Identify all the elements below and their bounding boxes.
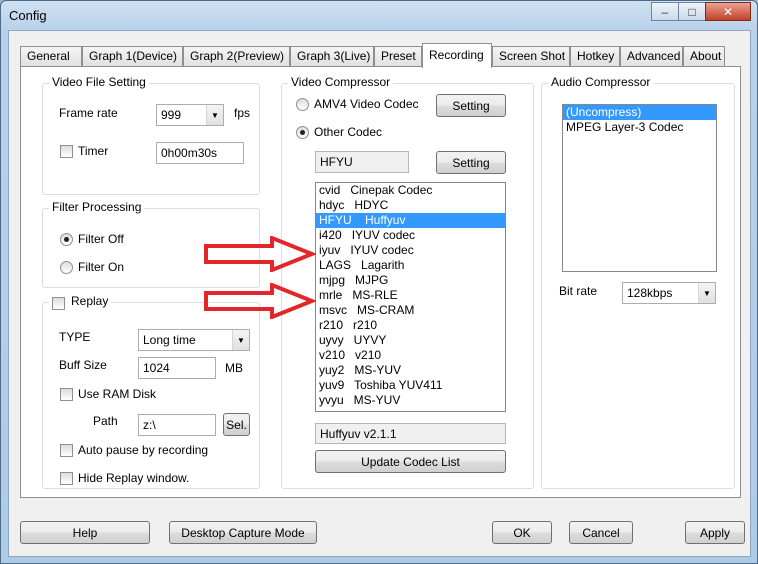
timer-input[interactable]: 0h00m30s	[156, 142, 244, 164]
video-codec-item[interactable]: hdyc HDYC	[316, 198, 505, 213]
use-ram-disk-label: Use RAM Disk	[78, 387, 157, 401]
buff-size-label: Buff Size	[59, 358, 107, 372]
help-button[interactable]: Help	[20, 521, 150, 544]
video-codec-item[interactable]: mjpg MJPG	[316, 273, 505, 288]
audio-codec-list[interactable]: (Uncompress) MPEG Layer-3 Codec	[562, 104, 717, 272]
filter-off-radio[interactable]	[60, 233, 73, 246]
buff-size-unit: MB	[225, 361, 243, 375]
timer-checkbox[interactable]	[60, 145, 73, 158]
tab-hotkey[interactable]: Hotkey	[570, 46, 620, 67]
filter-processing-title: Filter Processing	[49, 200, 145, 214]
maximize-button[interactable]: □	[678, 2, 706, 21]
video-codec-item[interactable]: yuv9 Toshiba YUV411	[316, 378, 505, 393]
bit-rate-label: Bit rate	[559, 284, 598, 298]
video-codec-item[interactable]: HFYU Huffyuv	[316, 213, 505, 228]
tab-graph-2-preview[interactable]: Graph 2(Preview)	[183, 46, 290, 67]
desktop-capture-mode-button[interactable]: Desktop Capture Mode	[169, 521, 317, 544]
replay-group: Replay TYPE Long time ▼ Buff Size 1024 M…	[42, 294, 260, 489]
tab-preset[interactable]: Preset	[374, 46, 422, 67]
codec-version-field: Huffyuv v2.1.1	[315, 423, 506, 444]
path-label: Path	[93, 414, 118, 428]
auto-pause-label: Auto pause by recording	[78, 443, 209, 457]
other-codec-setting-button[interactable]: Setting	[436, 151, 506, 174]
other-codec-radio[interactable]	[296, 126, 309, 139]
video-codec-item[interactable]: LAGS Lagarith	[316, 258, 505, 273]
maximize-icon: □	[688, 4, 696, 19]
buff-size-input[interactable]: 1024	[138, 357, 216, 379]
client-area: General Graph 1(Device) Graph 2(Preview)…	[8, 30, 751, 557]
minimize-button[interactable]: –	[651, 2, 679, 21]
bit-rate-combo[interactable]: 128kbps ▼	[622, 282, 716, 304]
other-codec-label: Other Codec	[314, 125, 383, 139]
chevron-down-icon[interactable]: ▼	[232, 330, 249, 350]
frame-rate-combo[interactable]: 999 ▼	[156, 104, 224, 126]
video-codec-item[interactable]: cvid Cinepak Codec	[316, 183, 505, 198]
fps-label: fps	[234, 106, 251, 120]
replay-type-combo[interactable]: Long time ▼	[138, 329, 250, 351]
video-codec-item[interactable]: msvc MS-CRAM	[316, 303, 505, 318]
video-compressor-group: Video Compressor AMV4 Video Codec Settin…	[281, 75, 534, 489]
chevron-down-icon[interactable]: ▼	[698, 283, 715, 303]
audio-codec-items: (Uncompress) MPEG Layer-3 Codec	[563, 105, 716, 135]
tab-graph-3-live[interactable]: Graph 3(Live)	[290, 46, 374, 67]
tab-general[interactable]: General	[20, 46, 82, 67]
apply-button[interactable]: Apply	[685, 521, 745, 544]
close-icon: ✕	[722, 4, 734, 19]
video-compressor-title: Video Compressor	[288, 75, 394, 89]
minimize-icon: –	[661, 4, 669, 19]
selected-codec-field: HFYU	[315, 151, 409, 173]
frame-rate-label: Frame rate	[59, 106, 118, 120]
tab-advanced[interactable]: Advanced	[620, 46, 683, 67]
audio-compressor-title: Audio Compressor	[548, 75, 654, 89]
hide-replay-label: Hide Replay window.	[78, 471, 190, 485]
path-input[interactable]: z:\	[138, 414, 216, 436]
window-controls: – □ ✕	[651, 2, 751, 21]
select-path-button[interactable]: Sel.	[223, 413, 250, 436]
video-codec-item[interactable]: v210 v210	[316, 348, 505, 363]
video-codec-list[interactable]: cvid Cinepak Codec hdyc HDYC HFYU Huffyuv i…	[315, 182, 506, 412]
audio-codec-item[interactable]: MPEG Layer-3 Codec	[563, 120, 716, 135]
cancel-button[interactable]: Cancel	[569, 521, 633, 544]
config-window: Config – □ ✕ General Graph 1(Device) Gra…	[0, 0, 758, 564]
video-codec-item[interactable]: iyuv IYUV codec	[316, 243, 505, 258]
update-codec-list-button[interactable]: Update Codec List	[315, 450, 506, 473]
amv4-codec-label: AMV4 Video Codec	[314, 97, 419, 111]
replay-checkbox[interactable]	[52, 297, 65, 310]
recording-tab-panel: Video File Setting Frame rate 999 ▼ fps …	[20, 66, 741, 498]
filter-on-radio[interactable]	[60, 261, 73, 274]
replay-type-label: TYPE	[59, 330, 91, 344]
video-codec-item[interactable]: uyvy UYVY	[316, 333, 505, 348]
ok-button[interactable]: OK	[492, 521, 552, 544]
audio-compressor-group: Audio Compressor (Uncompress) MPEG Layer-…	[541, 75, 735, 489]
filter-on-label: Filter On	[78, 260, 125, 274]
hide-replay-checkbox[interactable]	[60, 472, 73, 485]
amv4-setting-button[interactable]: Setting	[436, 94, 506, 117]
video-codec-item[interactable]: mrle MS-RLE	[316, 288, 505, 303]
video-codec-item[interactable]: yvyu MS-YUV	[316, 393, 505, 408]
video-file-setting-title: Video File Setting	[49, 75, 149, 89]
frame-rate-value: 999	[161, 108, 182, 122]
bit-rate-value: 128kbps	[627, 286, 673, 300]
video-codec-items: cvid Cinepak Codec hdyc HDYC HFYU Huffyuv i…	[316, 183, 505, 408]
video-codec-item[interactable]: yuy2 MS-YUV	[316, 363, 505, 378]
annotation-arrow-icon	[204, 283, 316, 319]
tab-screen-shot[interactable]: Screen Shot	[492, 46, 570, 67]
tab-about[interactable]: About	[683, 46, 725, 67]
audio-codec-item[interactable]: (Uncompress)	[563, 105, 716, 120]
chevron-down-icon[interactable]: ▼	[206, 105, 223, 125]
video-codec-item[interactable]: i420 IYUV codec	[316, 228, 505, 243]
filter-off-label: Filter Off	[78, 232, 124, 246]
video-file-setting-group: Video File Setting Frame rate 999 ▼ fps …	[42, 75, 260, 195]
auto-pause-checkbox[interactable]	[60, 444, 73, 457]
timer-label: Timer	[78, 144, 109, 158]
video-codec-item[interactable]: r210 r210	[316, 318, 505, 333]
tab-recording[interactable]: Recording	[422, 43, 492, 68]
annotation-arrow-icon	[204, 236, 316, 272]
window-title: Config	[9, 8, 47, 23]
tab-graph-1-device[interactable]: Graph 1(Device)	[82, 46, 183, 67]
close-button[interactable]: ✕	[705, 2, 751, 21]
replay-type-value: Long time	[143, 333, 196, 347]
use-ram-disk-checkbox[interactable]	[60, 388, 73, 401]
amv4-codec-radio[interactable]	[296, 98, 309, 111]
